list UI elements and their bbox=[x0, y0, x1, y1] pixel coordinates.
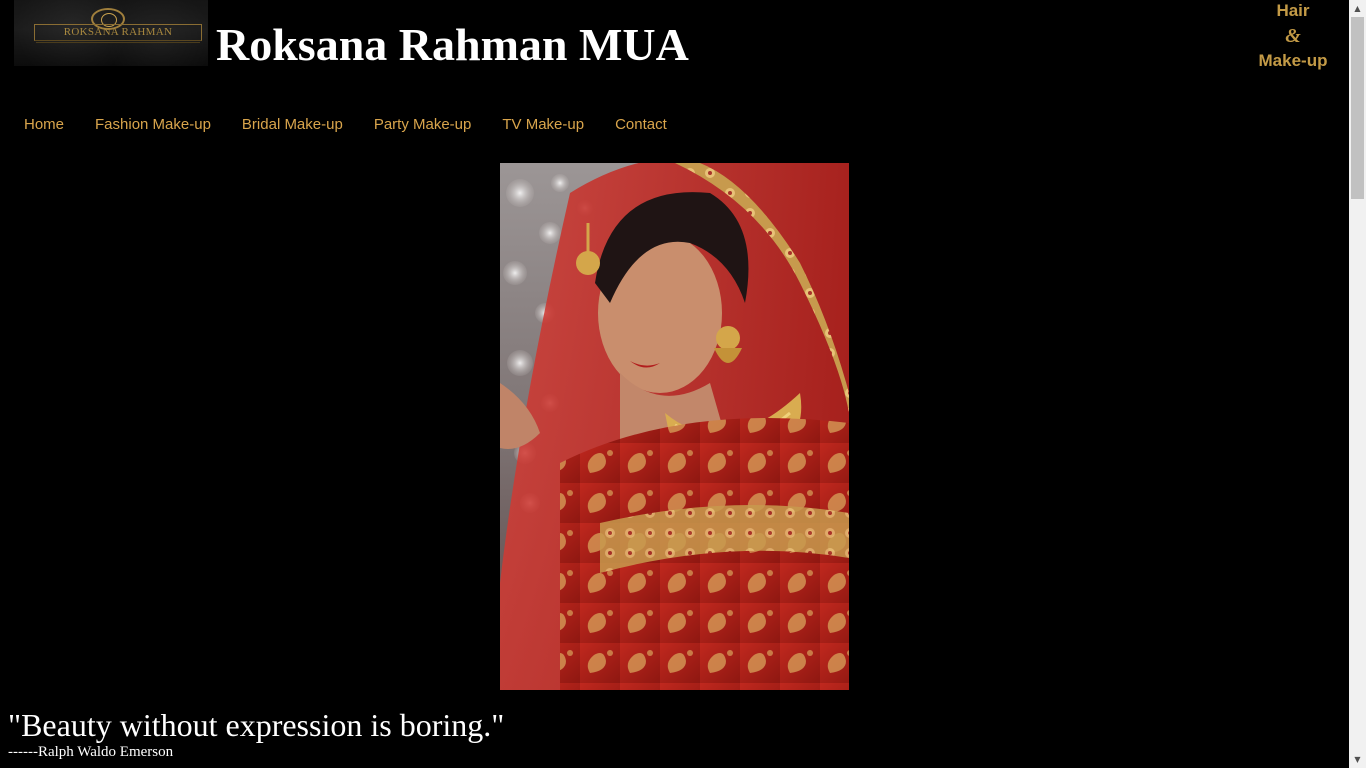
scroll-up-arrow-icon[interactable]: ▲ bbox=[1349, 0, 1366, 17]
nav-contact[interactable]: Contact bbox=[615, 116, 667, 134]
scroll-down-arrow-icon[interactable]: ▼ bbox=[1349, 751, 1366, 768]
tagline: Hair & Make-up bbox=[1252, 0, 1334, 72]
scrollbar-thumb[interactable] bbox=[1351, 17, 1364, 199]
quote-author: ------Ralph Waldo Emerson bbox=[8, 744, 174, 760]
nav-tv-makeup[interactable]: TV Make-up bbox=[502, 116, 584, 134]
tagline-line3: Make-up bbox=[1258, 51, 1328, 70]
nav-bridal-makeup[interactable]: Bridal Make-up bbox=[242, 116, 343, 134]
tagline-line1: Hair bbox=[1276, 1, 1310, 20]
nav-home[interactable]: Home bbox=[24, 116, 64, 134]
site-logo[interactable]: ROKSANA RAHMAN bbox=[14, 0, 208, 66]
site-title: Roksana Rahman MUA bbox=[216, 19, 689, 70]
hero-bridal-photo bbox=[500, 163, 849, 690]
quote-text: "Beauty without expression is boring." bbox=[8, 707, 505, 743]
main-nav: Home Fashion Make-up Bridal Make-up Part… bbox=[24, 116, 698, 134]
logo-text: ROKSANA RAHMAN bbox=[63, 26, 173, 38]
tagline-ampersand: & bbox=[1285, 25, 1301, 47]
nav-party-makeup[interactable]: Party Make-up bbox=[374, 116, 472, 134]
vertical-scrollbar[interactable]: ▲ ▼ bbox=[1349, 0, 1366, 768]
nav-fashion-makeup[interactable]: Fashion Make-up bbox=[95, 116, 211, 134]
logo-divider bbox=[36, 42, 200, 43]
